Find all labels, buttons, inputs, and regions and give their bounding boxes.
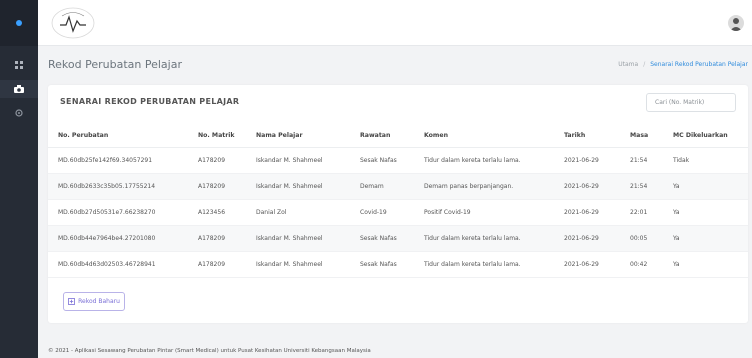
column-header[interactable]: MC Dikeluarkan <box>673 125 748 148</box>
table-row[interactable]: MD.60db25fe142f69.34057291 A178209 Iskan… <box>48 147 748 174</box>
column-header[interactable]: Rawatan <box>360 125 424 148</box>
card-title: SENARAI REKOD PERUBATAN PELAJAR <box>60 97 240 106</box>
breadcrumb-current: Senarai Rekod Perubatan Pelajar <box>650 61 748 68</box>
table-cell: Iskandar M. Shahmeel <box>256 173 360 200</box>
table-cell: 21:54 <box>630 173 673 200</box>
table-cell: Iskandar M. Shahmeel <box>256 251 360 278</box>
settings-icon[interactable] <box>0 104 38 122</box>
table-cell: 22:01 <box>630 199 673 226</box>
table-cell: A178209 <box>198 147 256 174</box>
table-cell: 2021-06-29 <box>564 225 630 252</box>
table-cell: Tidur dalam kereta terlalu lama. <box>424 225 564 252</box>
table-cell: Ya <box>673 199 748 226</box>
table-cell: Tidur dalam kereta terlalu lama. <box>424 251 564 278</box>
table-cell: MD.60db25fe142f69.34057291 <box>48 147 198 174</box>
table-cell: 2021-06-29 <box>564 251 630 278</box>
table-cell: Danial Zol <box>256 199 360 226</box>
user-avatar[interactable] <box>728 15 744 31</box>
table-cell: Demam <box>360 173 424 200</box>
grid-icon[interactable] <box>0 56 38 74</box>
column-header[interactable]: No. Perubatan <box>48 125 198 148</box>
table-cell: Tidur dalam kereta terlalu lama. <box>424 147 564 174</box>
table-cell: 2021-06-29 <box>564 147 630 174</box>
new-record-label: Rekod Baharu <box>78 298 120 305</box>
table-cell: 00:05 <box>630 225 673 252</box>
table-cell: 2021-06-29 <box>564 173 630 200</box>
table-cell: Sesak Nafas <box>360 225 424 252</box>
table-cell: 00:42 <box>630 251 673 278</box>
table-cell: A178209 <box>198 251 256 278</box>
column-header[interactable]: Masa <box>630 125 673 148</box>
table-cell: MD.60db44e7964be4.27201080 <box>48 225 198 252</box>
table-cell: Positif Covid-19 <box>424 199 564 226</box>
table-cell: Ya <box>673 225 748 252</box>
table-cell: Sesak Nafas <box>360 147 424 174</box>
plus-square-icon <box>68 298 76 305</box>
table-row[interactable]: MD.60db27d50531e7.66238270 A123456 Dania… <box>48 199 748 226</box>
table-cell: Iskandar M. Shahmeel <box>256 147 360 174</box>
table-cell: Tidak <box>673 147 748 174</box>
brand-logo-icon[interactable] <box>50 4 96 42</box>
footer-text: © 2021 - Aplikasi Sesawang Perubatan Pin… <box>48 348 371 354</box>
records-table: No. Perubatan No. Matrik Nama Pelajar Ra… <box>48 125 748 278</box>
page-header: Rekod Perubatan Pelajar Utama / Senarai Re… <box>48 58 748 74</box>
table-cell: 2021-06-29 <box>564 199 630 226</box>
table-row[interactable]: MD.60db44e7964be4.27201080 A178209 Iskan… <box>48 225 748 252</box>
new-record-button[interactable]: Rekod Baharu <box>63 292 125 311</box>
table-cell: MD.60db27d50531e7.66238270 <box>48 199 198 226</box>
column-header[interactable]: Komen <box>424 125 564 148</box>
records-card: SENARAI REKOD PERUBATAN PELAJAR No. Peru… <box>48 85 748 323</box>
table-header-row: No. Perubatan No. Matrik Nama Pelajar Ra… <box>48 125 748 148</box>
table-cell: MD.60db2633c35b05.17755214 <box>48 173 198 200</box>
table-cell: 21:54 <box>630 147 673 174</box>
column-header[interactable]: No. Matrik <box>198 125 256 148</box>
column-header[interactable]: Tarikh <box>564 125 630 148</box>
table-cell: A123456 <box>198 199 256 226</box>
breadcrumb: Utama / Senarai Rekod Perubatan Pelajar <box>618 61 748 68</box>
camera-icon[interactable] <box>0 80 38 98</box>
table-cell: Iskandar M. Shahmeel <box>256 225 360 252</box>
table-cell: Demam panas berpanjangan. <box>424 173 564 200</box>
table-cell: Covid-19 <box>360 199 424 226</box>
breadcrumb-home-link[interactable]: Utama <box>618 61 638 68</box>
table-row[interactable]: MD.60db2633c35b05.17755214 A178209 Iskan… <box>48 173 748 200</box>
sidebar <box>0 0 38 358</box>
table-cell: Sesak Nafas <box>360 251 424 278</box>
table-row[interactable]: MD.60db4d63d02503.46728941 A178209 Iskan… <box>48 251 748 278</box>
table-cell: A178209 <box>198 225 256 252</box>
table-cell: A178209 <box>198 173 256 200</box>
table-cell: Ya <box>673 173 748 200</box>
search-input[interactable] <box>646 93 736 112</box>
top-bar <box>38 0 752 46</box>
sidebar-logo-icon[interactable] <box>0 0 38 46</box>
table-cell: MD.60db4d63d02503.46728941 <box>48 251 198 278</box>
column-header[interactable]: Nama Pelajar <box>256 125 360 148</box>
table-cell: Ya <box>673 251 748 278</box>
